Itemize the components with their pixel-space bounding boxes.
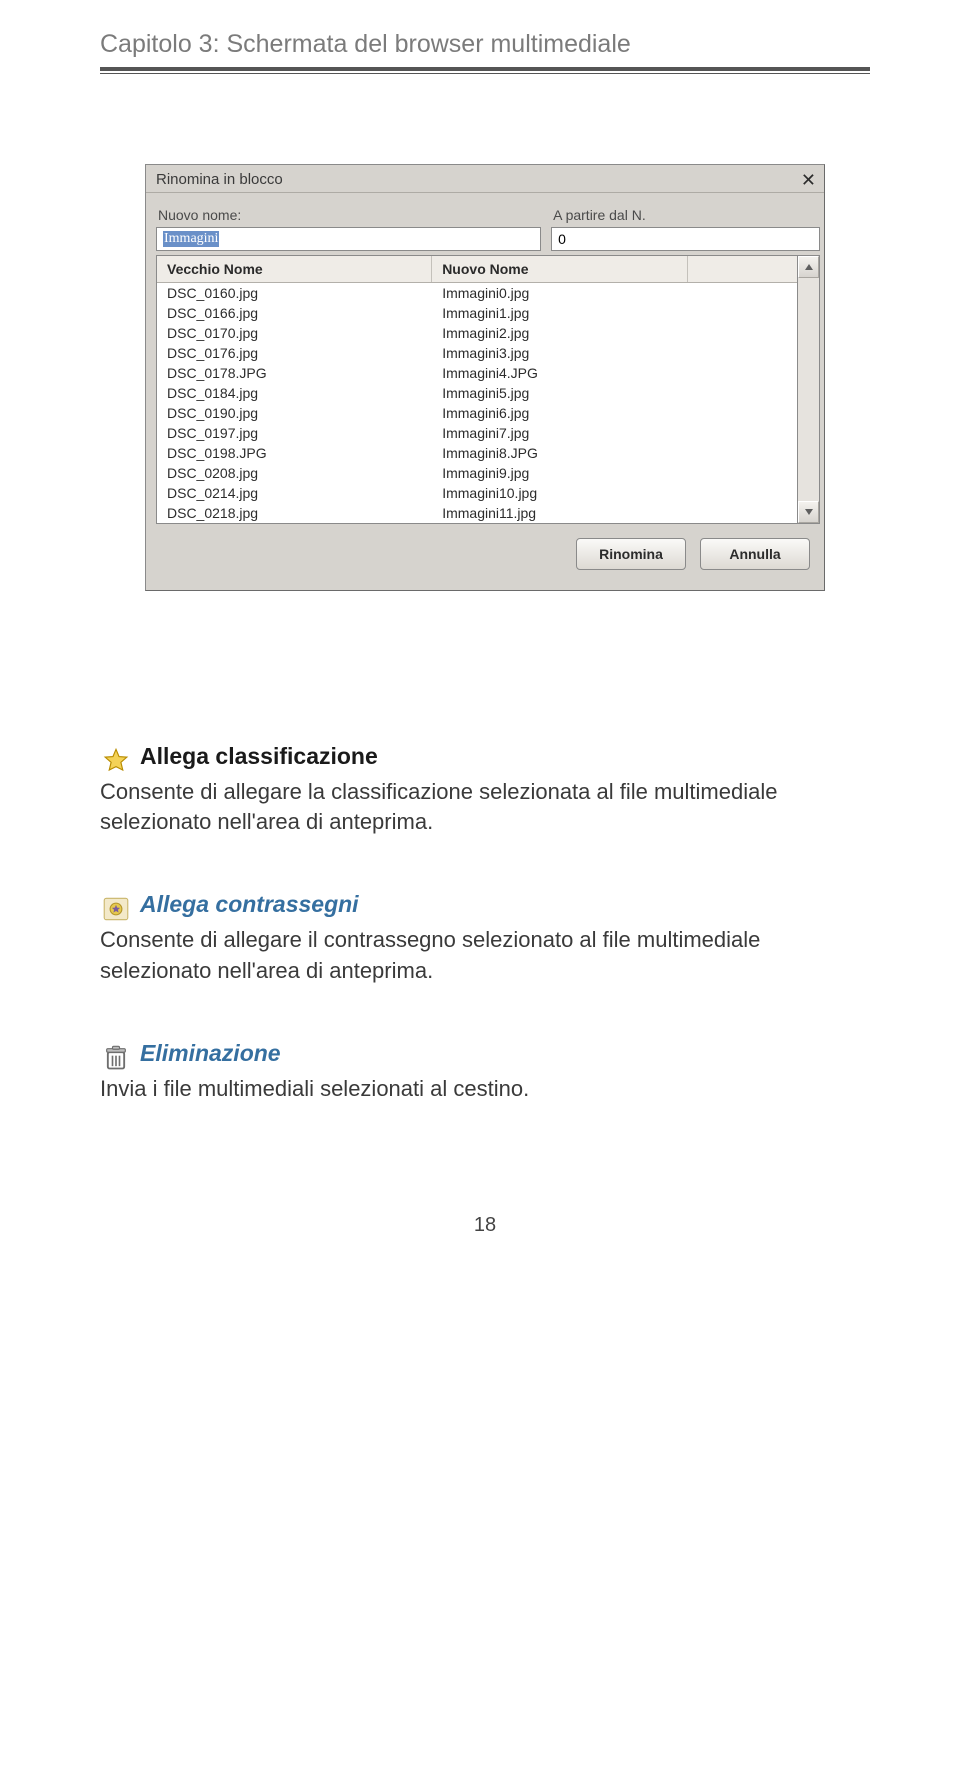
table-header: Vecchio Nome Nuovo Nome (157, 256, 797, 283)
page-number: 18 (100, 1214, 870, 1237)
cell-new-name: Immagini1.jpg (432, 303, 797, 323)
section-attach-rating: Allega classificazione Consente di alleg… (100, 741, 870, 837)
rename-button[interactable]: Rinomina (576, 538, 686, 570)
cell-old-name: DSC_0208.jpg (157, 463, 432, 483)
cell-old-name: DSC_0198.JPG (157, 443, 432, 463)
divider (100, 73, 870, 74)
cell-old-name: DSC_0190.jpg (157, 403, 432, 423)
new-name-input[interactable]: Immagini (156, 227, 541, 251)
section-attach-tags: Allega contrassegni Consente di allegare… (100, 889, 870, 985)
table-row[interactable]: DSC_0184.jpgImmagini5.jpg (157, 383, 797, 403)
close-icon[interactable]: ✕ (801, 173, 816, 187)
cell-new-name: Immagini0.jpg (432, 283, 797, 303)
start-number-label: A partire dal N. (553, 207, 820, 223)
dialog-title: Rinomina in blocco (156, 171, 283, 188)
cell-new-name: Immagini7.jpg (432, 423, 797, 443)
cell-old-name: DSC_0166.jpg (157, 303, 432, 323)
section-body: Consente di allegare la classificazione … (100, 777, 870, 838)
cell-new-name: Immagini3.jpg (432, 343, 797, 363)
cell-new-name: Immagini5.jpg (432, 383, 797, 403)
star-icon (100, 745, 132, 777)
cell-new-name: Immagini6.jpg (432, 403, 797, 423)
col-old-name[interactable]: Vecchio Nome (157, 256, 432, 282)
scrollbar[interactable] (798, 255, 820, 524)
table-row[interactable]: DSC_0178.JPGImmagini4.JPG (157, 363, 797, 383)
scroll-track[interactable] (798, 278, 819, 501)
cell-old-name: DSC_0218.jpg (157, 503, 432, 523)
chapter-header: Capitolo 3: Schermata del browser multim… (100, 30, 870, 59)
col-spacer (688, 256, 797, 282)
table-row[interactable]: DSC_0176.jpgImmagini3.jpg (157, 343, 797, 363)
cell-new-name: Immagini9.jpg (432, 463, 797, 483)
cell-new-name: Immagini4.JPG (432, 363, 797, 383)
section-title: Eliminazione (140, 1038, 281, 1070)
section-title: Allega contrassegni (140, 889, 359, 921)
table-row[interactable]: DSC_0218.jpgImmagini11.jpg (157, 503, 797, 523)
cell-old-name: DSC_0197.jpg (157, 423, 432, 443)
table-row[interactable]: DSC_0197.jpgImmagini7.jpg (157, 423, 797, 443)
new-name-label: Nuovo nome: (158, 207, 541, 223)
trash-icon (100, 1042, 132, 1074)
scroll-up-icon[interactable] (798, 256, 819, 278)
scroll-down-icon[interactable] (798, 501, 819, 523)
cell-new-name: Immagini2.jpg (432, 323, 797, 343)
divider (100, 67, 870, 71)
dialog-titlebar: Rinomina in blocco ✕ (146, 165, 824, 193)
start-number-input[interactable] (551, 227, 820, 251)
cell-old-name: DSC_0178.JPG (157, 363, 432, 383)
table-row[interactable]: DSC_0208.jpgImmagini9.jpg (157, 463, 797, 483)
cell-new-name: Immagini8.JPG (432, 443, 797, 463)
cell-old-name: DSC_0176.jpg (157, 343, 432, 363)
section-delete: Eliminazione Invia i file multimediali s… (100, 1038, 870, 1104)
table-row[interactable]: DSC_0166.jpgImmagini1.jpg (157, 303, 797, 323)
cell-new-name: Immagini10.jpg (432, 483, 797, 503)
cancel-button[interactable]: Annulla (700, 538, 810, 570)
section-body: Consente di allegare il contrassegno sel… (100, 925, 870, 986)
section-body: Invia i file multimediali selezionati al… (100, 1074, 870, 1104)
section-title: Allega classificazione (140, 741, 378, 773)
tag-icon (100, 893, 132, 925)
cell-new-name: Immagini11.jpg (432, 503, 797, 523)
cell-old-name: DSC_0160.jpg (157, 283, 432, 303)
rename-dialog: Rinomina in blocco ✕ Nuovo nome: Immagin… (145, 164, 825, 591)
rename-table: Vecchio Nome Nuovo Nome DSC_0160.jpgImma… (156, 255, 798, 524)
col-new-name[interactable]: Nuovo Nome (432, 256, 688, 282)
table-row[interactable]: DSC_0198.JPGImmagini8.JPG (157, 443, 797, 463)
table-row[interactable]: DSC_0170.jpgImmagini2.jpg (157, 323, 797, 343)
cell-old-name: DSC_0170.jpg (157, 323, 432, 343)
table-row[interactable]: DSC_0190.jpgImmagini6.jpg (157, 403, 797, 423)
table-row[interactable]: DSC_0214.jpgImmagini10.jpg (157, 483, 797, 503)
table-row[interactable]: DSC_0160.jpgImmagini0.jpg (157, 283, 797, 303)
cell-old-name: DSC_0214.jpg (157, 483, 432, 503)
cell-old-name: DSC_0184.jpg (157, 383, 432, 403)
